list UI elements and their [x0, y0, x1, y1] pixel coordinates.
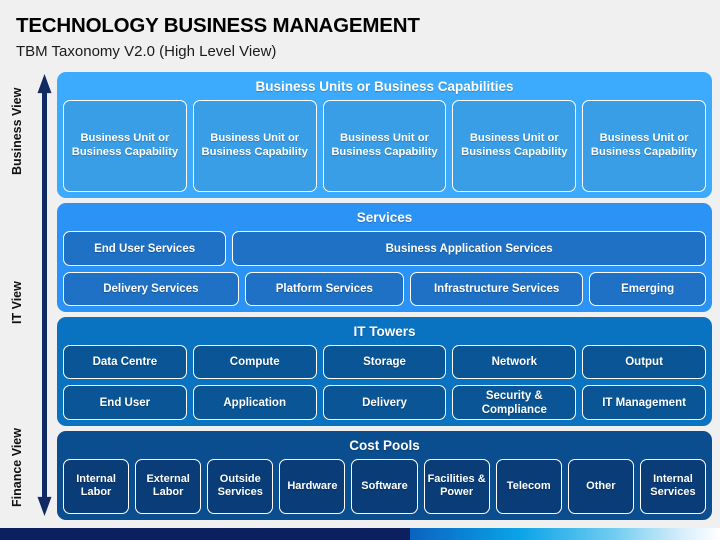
taxonomy-cell[interactable]: Business Application Services	[232, 231, 706, 266]
axis-label-it-view: IT View	[10, 281, 24, 324]
taxonomy-cell[interactable]: Internal Labor	[63, 458, 130, 514]
taxonomy-cell[interactable]: Business Unit or Business Capability	[452, 99, 577, 193]
taxonomy-cell[interactable]: End User Services	[63, 231, 227, 266]
section-cost-pools: Cost Pools Internal Labor External Labor Ou…	[57, 430, 712, 520]
page-header: TECHNOLOGY BUSINESS MANAGEMENT TBM Taxon…	[0, 0, 720, 60]
section-title-business-units: Business Units or Business Capabilities	[255, 79, 514, 94]
taxonomy-cell[interactable]: Telecom	[495, 458, 562, 514]
axis-label-group: Business View IT View Finance View	[0, 72, 34, 520]
section-row: End User Services Business Application Se…	[63, 231, 706, 266]
section-title-services: Services	[356, 210, 413, 226]
view-axis: Business View IT View Finance View	[0, 72, 57, 520]
page-subtitle: TBM Taxonomy V2.0 (High Level View)	[16, 42, 277, 60]
taxonomy-cell[interactable]: Application	[192, 385, 317, 420]
taxonomy-cell[interactable]: Network	[452, 344, 577, 380]
section-business-units: Business Units or Business Capabilities B…	[57, 72, 712, 199]
taxonomy-cell[interactable]: IT Management	[582, 385, 706, 420]
taxonomy-cell[interactable]: Output	[582, 344, 706, 380]
axis-label-finance-view: Finance View	[10, 428, 24, 507]
taxonomy-cell[interactable]: Software	[351, 458, 418, 514]
double-headed-vertical-arrow-icon	[36, 74, 53, 516]
taxonomy-cell[interactable]: Emerging	[589, 271, 706, 307]
taxonomy-cell[interactable]: Other	[567, 458, 634, 514]
axis-label-business-view: Business View	[10, 87, 24, 175]
taxonomy-cell[interactable]: Storage	[322, 344, 447, 380]
taxonomy-cell[interactable]: Infrastructure Services	[409, 271, 584, 307]
section-row: Business Unit or Business Capability Busi…	[63, 99, 706, 193]
taxonomy-cell[interactable]: Delivery Services	[63, 271, 239, 307]
page-title: TECHNOLOGY BUSINESS MANAGEMENT	[16, 14, 420, 37]
taxonomy-cell[interactable]: Compute	[192, 344, 317, 380]
taxonomy-cell[interactable]: End User	[63, 385, 187, 420]
section-row: Delivery Services Platform Services Infras…	[63, 271, 706, 307]
taxonomy-cell[interactable]: Business Unit or Business Capability	[582, 99, 706, 193]
section-row: End User Application Delivery Security & Co…	[63, 385, 706, 420]
section-title-it-towers: IT Towers	[353, 324, 416, 340]
taxonomy-cell[interactable]: Business Unit or Business Capability	[322, 99, 447, 193]
strip-gradient-block	[410, 528, 720, 540]
taxonomy-cell[interactable]: Platform Services	[244, 271, 404, 307]
taxonomy-cell[interactable]: Security & Compliance	[452, 385, 577, 420]
taxonomy-cell[interactable]: Business Unit or Business Capability	[63, 99, 187, 193]
taxonomy-cell[interactable]: Data Centre	[63, 344, 187, 380]
taxonomy-cell[interactable]: Hardware	[279, 458, 346, 514]
bottom-decorative-strip	[0, 528, 720, 540]
sections-stack: Business Units or Business Capabilities B…	[57, 72, 720, 520]
section-title-cost-pools: Cost Pools	[349, 437, 420, 453]
strip-solid-block	[0, 528, 411, 540]
taxonomy-cell[interactable]: Internal Services	[639, 458, 706, 514]
taxonomy-cell[interactable]: External Labor	[135, 458, 202, 514]
taxonomy-cell[interactable]: Facilities & Power	[423, 458, 490, 514]
taxonomy-cell[interactable]: Outside Services	[207, 458, 274, 514]
section-row: Data Centre Compute Storage Network Output	[63, 344, 706, 380]
section-it-towers: IT Towers Data Centre Compute Storage Networ…	[57, 317, 712, 426]
taxonomy-cell[interactable]: Business Unit or Business Capability	[192, 99, 317, 193]
taxonomy-cell[interactable]: Delivery	[322, 385, 447, 420]
section-services: Services End User Services Business Applic…	[57, 203, 712, 313]
section-row: Internal Labor External Labor Outside Serv…	[63, 458, 706, 514]
tbm-taxonomy-diagram: Business View IT View Finance View Busines…	[0, 72, 720, 520]
